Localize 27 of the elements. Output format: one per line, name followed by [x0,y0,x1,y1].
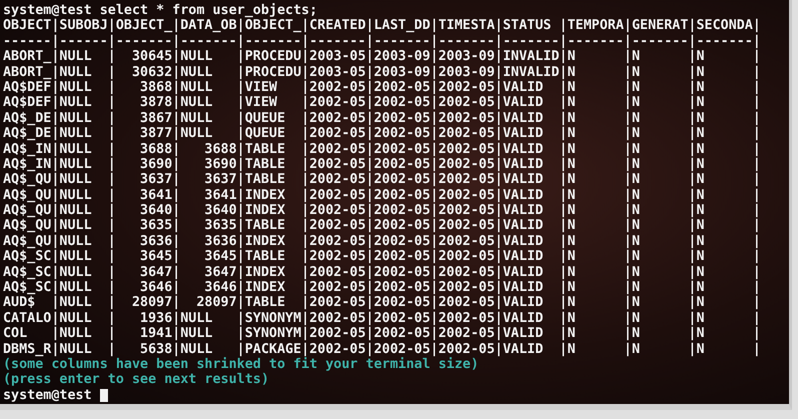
terminal-line: AQ$DEF|NULL | 3868|NULL |VIEW |2002-05|2002-05|2002-05|VALID |N |N |N | [3,80,761,96]
notice-message: (some columns have been shrinked to fit your terminal size) [3,356,479,372]
terminal-line: AQ$_SC|NULL | 3647| 3647|INDEX |2002-05|2002-05|2002-05|VALID |N |N |N | [3,264,761,280]
terminal-line: OBJECT|SUBOBJ|OBJECT_|DATA_OB|OBJECT_|CREATED|LAST_DD|TIMESTA|STATUS |TEMPORA|GENERAT|SECONDA| [3,18,761,34]
notice-message: (press enter to see next results) [3,372,270,388]
terminal-line: AQ$_QU|NULL | 3641| 3641|INDEX |2002-05|2002-05|2002-05|VALID |N |N |N | [3,188,761,204]
command-prompt: system@test [3,388,92,404]
terminal-line: CATALO|NULL | 1936|NULL |SYNONYM|2002-05|2002-05|2002-05|VALID |N |N |N | [3,310,761,326]
terminal-line: AQ$_IN|NULL | 3690| 3690|TABLE |2002-05|2002-05|2002-05|VALID |N |N |N | [3,156,761,172]
terminal-line: AUD$ |NULL | 28097| 28097|TABLE |2002-05|2002-05|2002-05|VALID |N |N |N | [3,295,761,311]
terminal-line: AQ$_DE|NULL | 3877|NULL |QUEUE |2002-05|2002-05|2002-05|VALID |N |N |N | [3,126,761,142]
terminal-line: ------|------|-------|-------|-------|-------|-------|-------|-------|-------|-------|-------| [3,34,761,50]
terminal-line: AQ$_QU|NULL | 3636| 3636|INDEX |2002-05|2002-05|2002-05|VALID |N |N |N | [3,234,761,250]
terminal-line: AQ$_QU|NULL | 3635| 3635|TABLE |2002-05|2002-05|2002-05|VALID |N |N |N | [3,218,761,234]
terminal-line: AQ$_QU|NULL | 3640| 3640|INDEX |2002-05|2002-05|2002-05|VALID |N |N |N | [3,203,761,218]
terminal-line: AQ$DEF|NULL | 3878|NULL |VIEW |2002-05|2002-05|2002-05|VALID |N |N |N | [3,95,761,111]
terminal-line: AQ$_QU|NULL | 3637| 3637|TABLE |2002-05|2002-05|2002-05|VALID |N |N |N | [3,172,761,188]
terminal-line: AQ$_SC|NULL | 3645| 3645|TABLE |2002-05|2002-05|2002-05|VALID |N |N |N | [3,249,761,265]
terminal-line: AQ$_DE|NULL | 3867|NULL |QUEUE |2002-05|2002-05|2002-05|VALID |N |N |N | [3,110,761,126]
terminal-line: COL |NULL | 1941|NULL |SYNONYM|2002-05|2002-05|2002-05|VALID |N |N |N | [3,326,761,342]
terminal-line: DBMS_R|NULL | 5638|NULL |PACKAGE|2002-05|2002-05|2002-05|VALID |N |N |N | [3,342,761,357]
cursor-icon [100,388,108,402]
terminal-line: ABORT_|NULL | 30645|NULL |PROCEDU|2003-05|2003-09|2003-09|INVALID|N |N |N | [3,49,761,65]
terminal-line: AQ$_IN|NULL | 3688| 3688|TABLE |2002-05|2002-05|2002-05|VALID |N |N |N | [3,142,761,157]
terminal-line: ABORT_|NULL | 30632|NULL |PROCEDU|2003-05|2003-09|2003-09|INVALID|N |N |N | [3,64,761,80]
command-prompt: system@test select * from user_objects; [3,3,318,18]
terminal-line: AQ$_SC|NULL | 3646| 3646|INDEX |2002-05|2002-05|2002-05|VALID |N |N |N | [3,280,761,296]
